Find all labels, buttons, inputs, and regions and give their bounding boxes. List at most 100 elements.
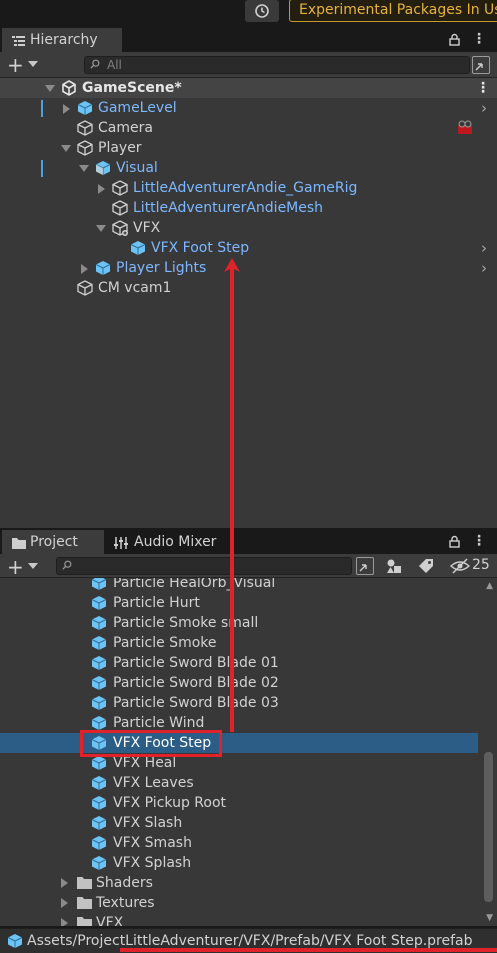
prefab-cube-icon bbox=[91, 756, 107, 770]
project-asset-label: Particle Hurt bbox=[113, 595, 200, 611]
hierarchy-item-player-lights[interactable]: Player Lights › bbox=[0, 258, 497, 278]
unity-scene-icon bbox=[62, 80, 76, 96]
project-folder-row[interactable]: Textures bbox=[0, 893, 478, 913]
project-folder-row[interactable]: Shaders bbox=[0, 873, 478, 893]
project-scrollbar-thumb[interactable] bbox=[484, 752, 493, 902]
tab-audio-mixer-label: Audio Mixer bbox=[134, 534, 217, 550]
open-prefab-chevron-icon[interactable]: › bbox=[481, 258, 489, 278]
create-dropdown-caret-icon[interactable] bbox=[28, 61, 38, 67]
prefab-cube-icon bbox=[91, 776, 107, 790]
scroll-down-icon[interactable]: ▼ bbox=[486, 913, 493, 923]
expand-caret-icon[interactable] bbox=[98, 184, 105, 194]
project-asset-list: Particle HealOrb_Visual Particle Hurt Part… bbox=[0, 578, 497, 926]
create-plus-icon[interactable]: + bbox=[7, 53, 24, 77]
project-asset-row[interactable]: Particle Wind bbox=[0, 713, 478, 733]
prefab-cube-icon bbox=[91, 656, 107, 670]
project-asset-row[interactable]: VFX Pickup Root bbox=[0, 793, 478, 813]
tab-hierarchy[interactable]: Hierarchy bbox=[2, 28, 122, 52]
expand-caret-icon[interactable] bbox=[63, 104, 70, 114]
search-scene-button[interactable] bbox=[472, 56, 490, 74]
project-asset-label: Particle Sword Blade 02 bbox=[113, 675, 279, 691]
search-icon bbox=[90, 59, 100, 69]
folder-icon bbox=[77, 897, 92, 909]
project-asset-label: Particle Sword Blade 01 bbox=[113, 655, 279, 671]
expand-caret-icon[interactable] bbox=[81, 264, 88, 274]
prefab-cube-icon bbox=[91, 696, 107, 710]
search-scene-button[interactable] bbox=[356, 557, 374, 575]
hierarchy-item-gamerig[interactable]: LittleAdventurerAndie_GameRig bbox=[0, 178, 497, 198]
lock-icon[interactable] bbox=[449, 535, 460, 548]
open-prefab-chevron-icon[interactable]: › bbox=[481, 98, 489, 118]
project-folder-row[interactable]: VFX bbox=[0, 913, 478, 926]
cinemachine-brain-icon[interactable] bbox=[456, 120, 474, 136]
prefab-cube-icon bbox=[77, 101, 93, 115]
expand-caret-icon[interactable] bbox=[61, 878, 68, 888]
annotation-arrow-head-icon bbox=[224, 258, 240, 272]
project-asset-row[interactable]: Particle Sword Blade 02 bbox=[0, 673, 478, 693]
expand-caret-icon[interactable] bbox=[79, 165, 89, 172]
open-prefab-chevron-icon[interactable]: › bbox=[481, 238, 489, 258]
hierarchy-search-input[interactable]: All bbox=[84, 56, 470, 74]
hierarchy-item-player[interactable]: Player bbox=[0, 138, 497, 158]
project-asset-row[interactable]: VFX Splash bbox=[0, 853, 478, 873]
hierarchy-tab-actions: ⋮ bbox=[449, 28, 486, 50]
hierarchy-item-gamelevel[interactable]: GameLevel › bbox=[0, 98, 497, 118]
project-asset-row[interactable]: VFX Smash bbox=[0, 833, 478, 853]
hidden-packages-count: 25 bbox=[472, 557, 490, 573]
hierarchy-item-visual[interactable]: Visual bbox=[0, 158, 497, 178]
hierarchy-item-label: LittleAdventurerAndie_GameRig bbox=[133, 180, 358, 196]
tab-project-label: Project bbox=[30, 534, 78, 550]
annotation-underline bbox=[120, 948, 497, 952]
project-asset-row[interactable]: VFX Heal bbox=[0, 753, 478, 773]
experimental-packages-badge[interactable]: Experimental Packages In Us bbox=[289, 0, 497, 22]
project-asset-row[interactable]: VFX Foot Step bbox=[0, 733, 478, 753]
scene-menu-icon[interactable]: ⋮ bbox=[476, 78, 490, 98]
annotation-highlight-box bbox=[80, 730, 222, 757]
hierarchy-item-mesh[interactable]: LittleAdventurerAndieMesh bbox=[0, 198, 497, 218]
scene-expand-caret-icon[interactable] bbox=[45, 85, 55, 92]
project-asset-label: VFX Leaves bbox=[113, 775, 194, 791]
hierarchy-item-label: Visual bbox=[116, 160, 158, 176]
expand-caret-icon[interactable] bbox=[96, 225, 106, 232]
history-button[interactable] bbox=[245, 0, 279, 22]
hidden-packages-eye-icon[interactable] bbox=[450, 558, 470, 574]
hierarchy-item-vfx[interactable]: VFX bbox=[0, 218, 497, 238]
create-dropdown-caret-icon[interactable] bbox=[28, 563, 38, 569]
scene-name: GameScene* bbox=[82, 80, 182, 96]
project-folder-label: Textures bbox=[96, 895, 155, 911]
tab-audio-mixer[interactable]: Audio Mixer bbox=[104, 530, 224, 554]
expand-caret-icon[interactable] bbox=[61, 145, 71, 152]
filter-by-label-icon[interactable] bbox=[418, 558, 434, 574]
hierarchy-item-cm-vcam1[interactable]: CM vcam1 bbox=[0, 278, 497, 298]
gameobject-cube-icon bbox=[77, 120, 93, 136]
expand-caret-icon[interactable] bbox=[61, 918, 68, 926]
project-asset-row[interactable]: Particle Hurt bbox=[0, 593, 478, 613]
project-asset-row[interactable]: Particle Sword Blade 01 bbox=[0, 653, 478, 673]
project-asset-row[interactable]: VFX Slash bbox=[0, 813, 478, 833]
hierarchy-item-camera[interactable]: Camera bbox=[0, 118, 497, 138]
kebab-menu-icon[interactable]: ⋮ bbox=[472, 31, 486, 47]
project-search-input[interactable] bbox=[56, 557, 352, 575]
folder-icon bbox=[77, 917, 92, 926]
gameobject-cube-icon bbox=[77, 140, 93, 156]
project-asset-row[interactable]: Particle Smoke bbox=[0, 633, 478, 653]
prefab-cube-icon bbox=[91, 616, 107, 630]
project-asset-row[interactable]: Particle HealOrb_Visual bbox=[0, 578, 478, 593]
create-plus-icon[interactable]: + bbox=[7, 555, 24, 579]
tab-project[interactable]: Project bbox=[2, 530, 104, 554]
scroll-up-icon[interactable]: ▲ bbox=[486, 581, 493, 591]
project-asset-row[interactable]: Particle Sword Blade 03 bbox=[0, 693, 478, 713]
project-asset-label: Particle Smoke bbox=[113, 635, 217, 651]
kebab-menu-icon[interactable]: ⋮ bbox=[472, 533, 486, 549]
project-toolbar: + 25 bbox=[0, 554, 497, 579]
lock-icon[interactable] bbox=[449, 33, 460, 46]
filter-by-type-icon[interactable] bbox=[386, 558, 402, 574]
project-asset-row[interactable]: VFX Leaves bbox=[0, 773, 478, 793]
scene-row[interactable]: GameScene* ⋮ bbox=[0, 78, 497, 98]
project-asset-label: VFX Slash bbox=[113, 815, 183, 831]
hierarchy-tree: GameScene* ⋮ GameLevel › Camera Player V… bbox=[0, 78, 497, 528]
hierarchy-item-vfx-foot-step[interactable]: VFX Foot Step › bbox=[0, 238, 497, 258]
project-asset-row[interactable]: Particle Smoke small bbox=[0, 613, 478, 633]
list-icon bbox=[12, 36, 25, 46]
expand-caret-icon[interactable] bbox=[61, 898, 68, 908]
